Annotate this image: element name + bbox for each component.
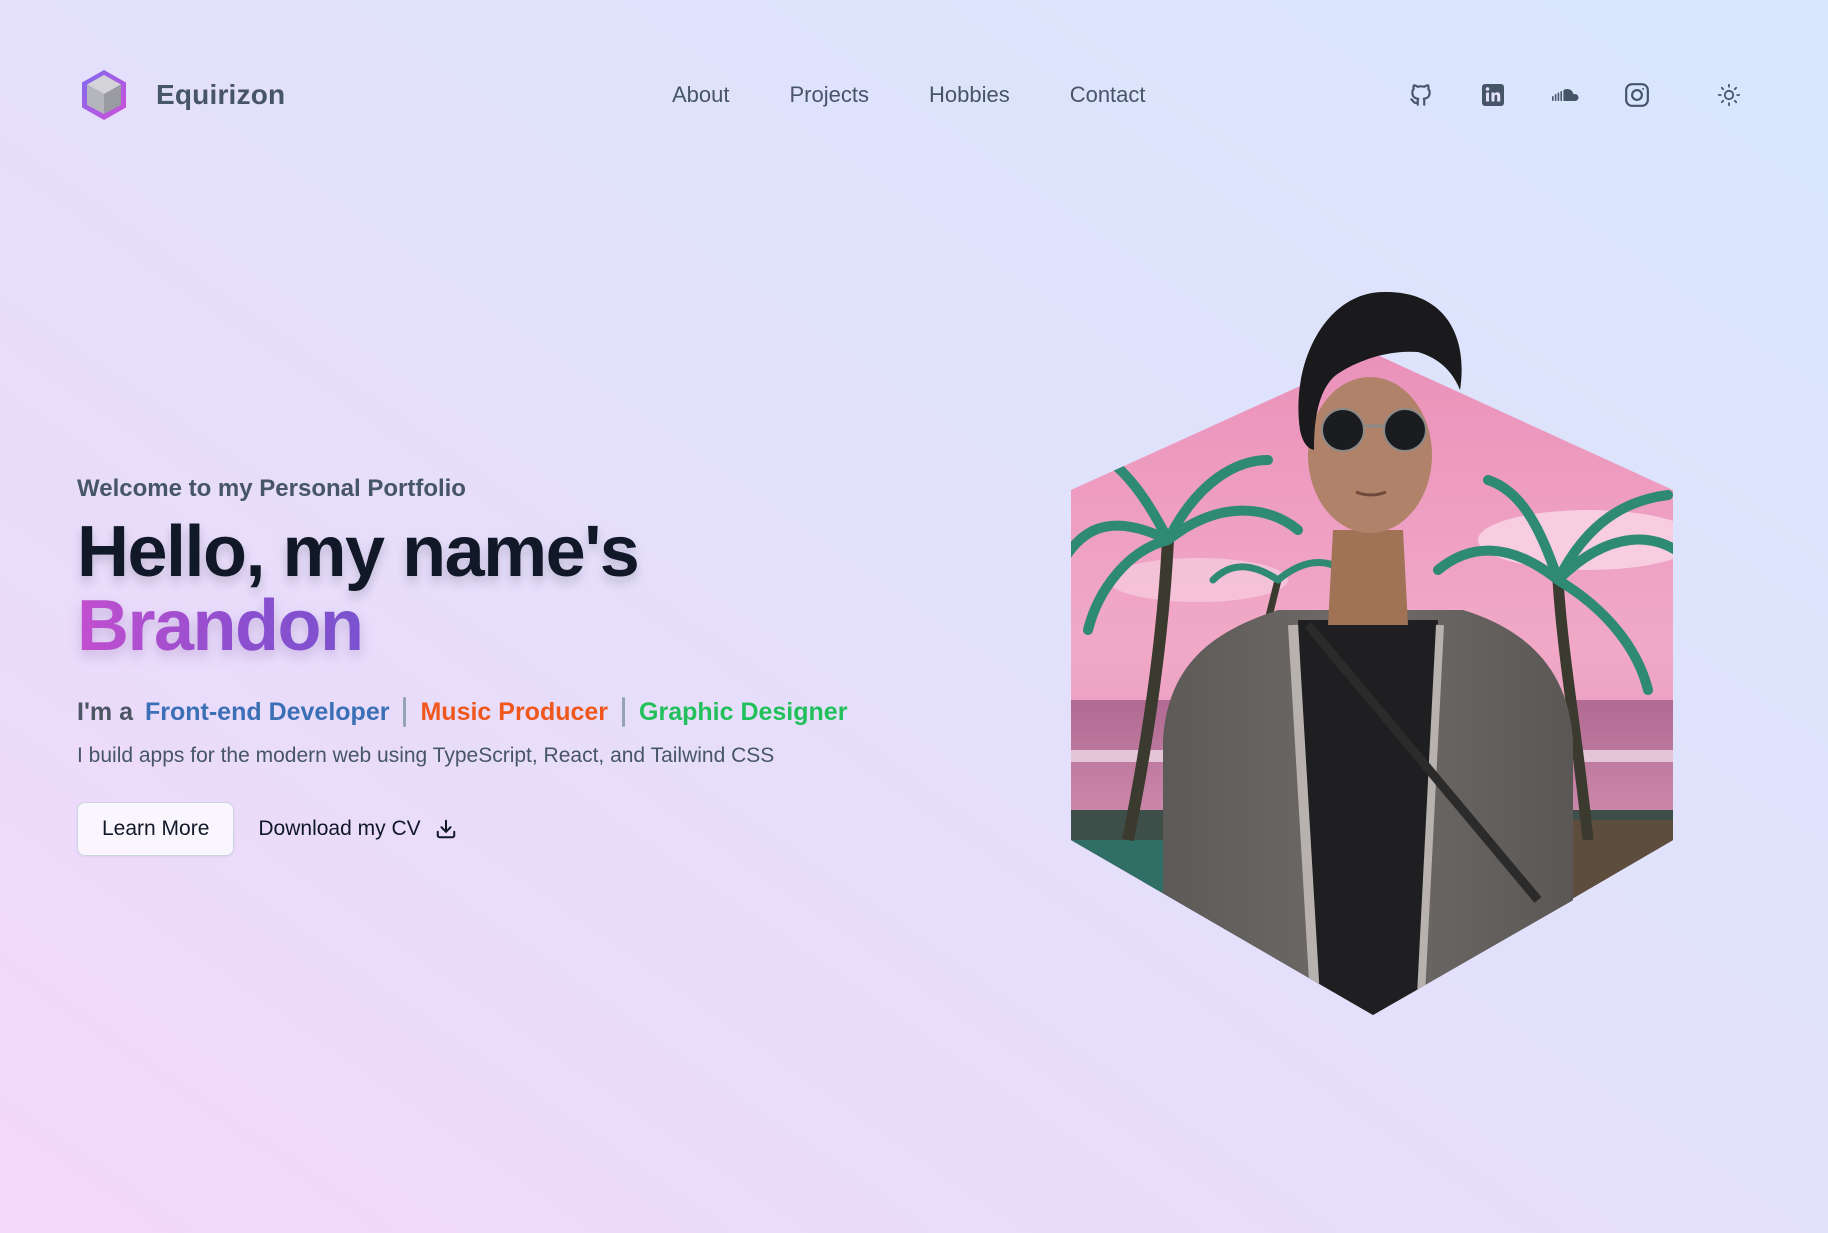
soundcloud-link[interactable] bbox=[1544, 74, 1586, 116]
nav-link-contact[interactable]: Contact bbox=[1070, 74, 1146, 116]
learn-more-button[interactable]: Learn More bbox=[77, 802, 235, 856]
instagram-icon bbox=[1625, 83, 1649, 107]
profile-portrait bbox=[1068, 280, 1678, 1015]
brand-name: Equirizon bbox=[156, 79, 286, 110]
cta-row: Learn More Download my CV bbox=[77, 802, 977, 856]
portrait-illustration bbox=[1071, 291, 1673, 1015]
role-divider bbox=[403, 697, 407, 727]
hero-tagline: I build apps for the modern web using Ty… bbox=[77, 744, 775, 767]
hero-heading: Hello, my name's bbox=[77, 512, 640, 592]
role-graphic-designer: Graphic Designer bbox=[639, 698, 848, 726]
download-cv-button[interactable]: Download my CV bbox=[258, 817, 456, 841]
main-nav: About Projects Hobbies Contact bbox=[672, 74, 1146, 116]
role-divider bbox=[622, 697, 626, 727]
roles-line: I'm a Front-end Developer Music Producer… bbox=[77, 694, 977, 730]
social-links bbox=[1400, 74, 1688, 116]
cube-logo-icon bbox=[82, 70, 126, 120]
nav-link-projects[interactable]: Projects bbox=[790, 74, 869, 116]
instagram-link[interactable] bbox=[1616, 74, 1658, 116]
download-cv-label: Download my CV bbox=[258, 817, 421, 840]
hero-name: Brandon bbox=[77, 586, 364, 666]
role-music-producer: Music Producer bbox=[420, 698, 609, 726]
person bbox=[1163, 291, 1573, 1015]
download-icon bbox=[436, 819, 455, 839]
hero-section: Welcome to my Personal Portfolio Hello, … bbox=[77, 472, 977, 856]
roles-prefix: I'm a bbox=[77, 698, 133, 726]
theme-toggle-button[interactable] bbox=[1708, 74, 1750, 116]
role-front-end-developer: Front-end Developer bbox=[144, 698, 390, 726]
nav-link-about[interactable]: About bbox=[672, 74, 730, 116]
welcome-text: Welcome to my Personal Portfolio bbox=[77, 475, 466, 502]
sun-icon bbox=[1717, 83, 1741, 107]
linkedin-link[interactable] bbox=[1472, 74, 1514, 116]
nav-link-hobbies[interactable]: Hobbies bbox=[929, 74, 1010, 116]
linkedin-icon bbox=[1482, 84, 1504, 106]
soundcloud-icon bbox=[1552, 89, 1579, 101]
site-header: Equirizon About Projects Hobbies Contact bbox=[0, 0, 1828, 190]
brand-link[interactable]: Equirizon bbox=[76, 64, 285, 126]
github-icon bbox=[1410, 84, 1431, 106]
github-link[interactable] bbox=[1400, 74, 1442, 116]
